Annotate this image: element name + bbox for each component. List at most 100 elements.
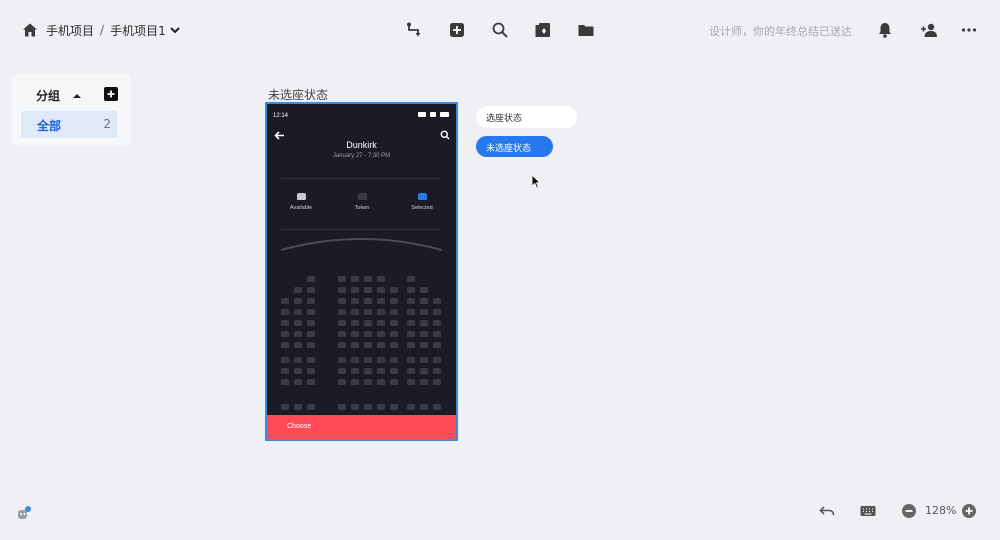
keyboard-shortcuts-button[interactable] — [859, 502, 877, 520]
seat — [281, 357, 289, 363]
group-item-count: 2 — [103, 117, 111, 131]
choose-label: Choose — [287, 423, 312, 430]
seat — [294, 404, 302, 410]
seat — [294, 320, 302, 326]
seat — [307, 342, 315, 348]
seat — [281, 298, 289, 304]
seat — [364, 320, 372, 326]
seat — [351, 309, 359, 315]
seat — [377, 287, 385, 293]
help-button[interactable] — [14, 504, 32, 522]
seat — [338, 320, 346, 326]
seat — [281, 342, 289, 348]
search-icon — [492, 22, 508, 38]
seat — [338, 357, 346, 363]
seat — [294, 379, 302, 385]
group-panel: 分组 全部 2 — [12, 74, 131, 146]
seat — [390, 309, 398, 315]
seat — [307, 357, 315, 363]
zoom-in-button[interactable] — [960, 502, 978, 520]
zoom-out-button[interactable] — [900, 502, 918, 520]
seat — [433, 379, 441, 385]
seat — [390, 368, 398, 374]
notification-button[interactable] — [875, 20, 895, 40]
seat — [307, 298, 315, 304]
seat — [351, 404, 359, 410]
seat — [281, 331, 289, 337]
seat — [351, 342, 359, 348]
seat — [338, 287, 346, 293]
seat — [351, 331, 359, 337]
seat — [420, 342, 428, 348]
seat — [407, 357, 415, 363]
seat — [294, 287, 302, 293]
seat — [407, 342, 415, 348]
seat — [390, 342, 398, 348]
seat — [364, 357, 372, 363]
seat — [407, 320, 415, 326]
selected-state-label: 选座状态 — [486, 114, 523, 124]
seat — [433, 342, 441, 348]
seat — [294, 368, 302, 374]
home-icon[interactable] — [22, 22, 38, 38]
seat — [407, 404, 415, 410]
undo-button[interactable] — [818, 502, 836, 520]
top-bar: 手机项目 / 手机项目1 设计师，你的年终总结已送达 — [0, 0, 1000, 60]
seat — [351, 368, 359, 374]
chevron-down-icon[interactable] — [169, 24, 181, 36]
breadcrumb-project[interactable]: 手机项目 — [46, 22, 94, 39]
seat — [377, 298, 385, 304]
group-item-label: 全部 — [37, 119, 62, 133]
seat — [364, 404, 372, 410]
seat — [338, 331, 346, 337]
seat — [351, 379, 359, 385]
bell-icon — [879, 23, 891, 38]
artboard-phone[interactable]: 12:14 Dunkirk January 27 - 7:30 PM Avail… — [265, 102, 458, 441]
seat — [294, 309, 302, 315]
choose-button[interactable]: Choose — [267, 415, 456, 439]
seat — [364, 342, 372, 348]
breadcrumb-page[interactable]: 手机项目1 — [110, 22, 166, 39]
breadcrumb: 手机项目 / 手机项目1 — [22, 20, 181, 40]
seat — [281, 404, 289, 410]
more-button[interactable] — [959, 20, 979, 40]
notice-text[interactable]: 设计师，你的年终总结已送达 — [709, 23, 852, 39]
unselected-state-button[interactable]: 未选座状态 — [476, 136, 553, 157]
seat — [390, 404, 398, 410]
add-group-icon[interactable] — [104, 87, 118, 101]
seat — [420, 368, 428, 374]
seat — [433, 331, 441, 337]
undo-icon — [819, 506, 835, 516]
seat — [294, 342, 302, 348]
add-member-button[interactable] — [919, 20, 939, 40]
seat — [351, 276, 359, 282]
group-item-all[interactable]: 全部 2 — [21, 111, 117, 138]
seat — [307, 331, 315, 337]
seat — [307, 276, 315, 282]
seat — [294, 357, 302, 363]
seat — [307, 404, 315, 410]
group-heading[interactable]: 分组 — [36, 87, 82, 104]
add-artboard-button[interactable] — [447, 20, 467, 40]
artboard-title[interactable]: 未选座状态 — [268, 86, 328, 103]
seat — [377, 357, 385, 363]
seat — [338, 276, 346, 282]
caret-up-icon[interactable] — [72, 91, 82, 101]
folder-button[interactable] — [576, 20, 596, 40]
search-button[interactable] — [490, 20, 510, 40]
seat — [390, 298, 398, 304]
seat — [420, 331, 428, 337]
seat — [420, 404, 428, 410]
seat — [338, 342, 346, 348]
seat — [407, 379, 415, 385]
seat — [420, 320, 428, 326]
seat — [377, 368, 385, 374]
seat — [377, 404, 385, 410]
cards-button[interactable] — [533, 20, 553, 40]
seat — [433, 309, 441, 315]
connector-tool-button[interactable] — [404, 20, 424, 40]
selected-state-button[interactable]: 选座状态 — [476, 106, 577, 128]
unselected-state-label: 未选座状态 — [486, 144, 532, 154]
seat — [433, 320, 441, 326]
seat — [294, 298, 302, 304]
